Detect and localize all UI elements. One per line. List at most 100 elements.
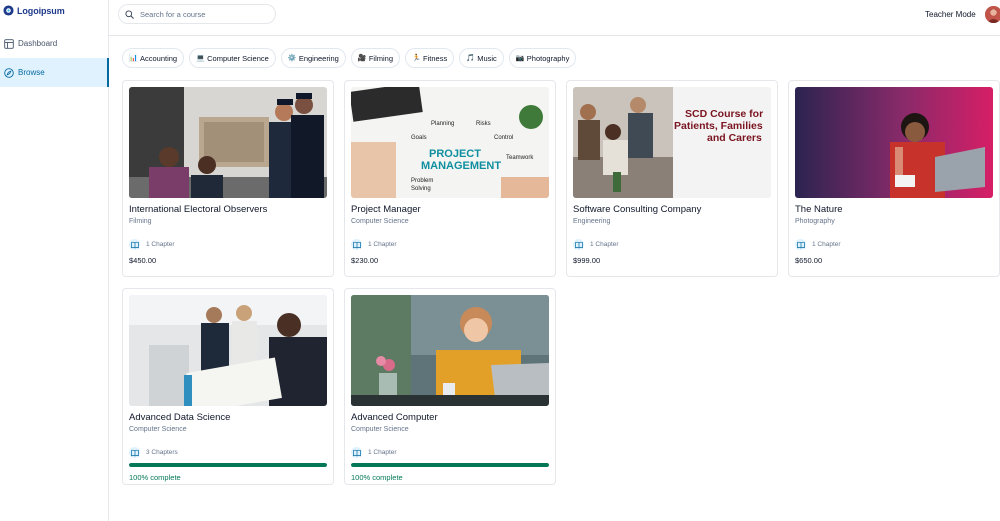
image-text: and Carers [707, 132, 762, 144]
sidebar: Logoipsum Dashboard Browse [0, 0, 109, 521]
progress-bar [129, 463, 327, 467]
chapter-count-label: 1 Chapter [590, 241, 619, 248]
chapter-count-label: 1 Chapter [812, 241, 841, 248]
layout-icon [4, 38, 14, 49]
course-title[interactable]: Advanced Data Science [129, 412, 230, 423]
course-title[interactable]: International Electoral Observers [129, 204, 267, 215]
chapter-count: 1 Chapter [351, 239, 397, 250]
chapter-count: 3 Chapters [129, 447, 178, 458]
category-label: Fitness [423, 53, 448, 63]
category-label: Photography [526, 53, 570, 63]
course-category: Computer Science [351, 426, 409, 433]
course-photo: PROJECT MANAGEMENT Planning Risks Goals … [351, 87, 549, 198]
course-image: PROJECT MANAGEMENT Planning Risks Goals … [351, 87, 549, 198]
category-label: Music [477, 53, 497, 63]
image-text: PROJECT [429, 148, 481, 160]
category-chip-fitness[interactable]: 🏃 Fitness [405, 48, 455, 68]
course-title[interactable]: The Nature [795, 204, 843, 215]
progress-bar [351, 463, 549, 467]
chapter-count: 1 Chapter [351, 447, 397, 458]
image-text: Planning [431, 121, 454, 127]
chapter-count-label: 1 Chapter [146, 241, 175, 248]
course-card[interactable]: SCD Course for Patients, Families and Ca… [566, 80, 778, 277]
search-box[interactable] [118, 4, 276, 24]
image-text: Risks [476, 121, 491, 127]
book-icon [129, 239, 140, 250]
course-image [351, 295, 549, 406]
book-icon [795, 239, 806, 250]
course-image [129, 295, 327, 406]
course-card[interactable]: Advanced Computer Computer Science 1 Cha… [344, 288, 556, 485]
runner-icon: 🏃 [412, 55, 421, 62]
chapter-count-label: 1 Chapter [368, 241, 397, 248]
image-text: Problem [411, 178, 433, 184]
category-chip-photography[interactable]: 📷 Photography [508, 48, 577, 68]
course-card[interactable]: PROJECT MANAGEMENT Planning Risks Goals … [344, 80, 556, 277]
image-text: Teamwork [506, 155, 534, 161]
compass-icon [4, 67, 14, 78]
course-title[interactable]: Software Consulting Company [573, 204, 701, 215]
image-text: Control [494, 135, 513, 141]
category-chip-music[interactable]: 🎵 Music [459, 48, 504, 68]
logo-icon [3, 5, 14, 16]
course-photo [129, 295, 327, 406]
sidebar-item-browse[interactable]: Browse [0, 58, 109, 87]
logo[interactable]: Logoipsum [3, 5, 65, 16]
category-chip-engineering[interactable]: ⚙️ Engineering [280, 48, 346, 68]
progress-fill [351, 463, 549, 467]
course-photo [129, 87, 327, 198]
computer-icon: 💻 [196, 55, 205, 62]
course-card[interactable]: The Nature Photography 1 Chapter $650.00 [788, 80, 1000, 277]
sidebar-item-label: Dashboard [18, 39, 58, 48]
progress-label: 100% complete [351, 473, 403, 482]
chapter-count-label: 3 Chapters [146, 449, 178, 456]
image-text: MANAGEMENT [421, 160, 501, 172]
course-category: Engineering [573, 218, 611, 225]
category-filter-bar: 📊 Accounting 💻 Computer Science ⚙️ Engin… [122, 48, 577, 68]
course-card[interactable]: International Electoral Observers Filmin… [122, 80, 334, 277]
course-photo [795, 87, 993, 198]
chapter-count: 1 Chapter [573, 239, 619, 250]
chapter-count: 1 Chapter [795, 239, 841, 250]
user-avatar-icon [985, 6, 1000, 23]
course-image [795, 87, 993, 198]
book-icon [351, 447, 362, 458]
search-input[interactable] [140, 9, 260, 19]
course-price: $650.00 [795, 256, 823, 265]
search-icon [125, 9, 134, 19]
course-title[interactable]: Project Manager [351, 204, 421, 215]
category-chip-computer-science[interactable]: 💻 Computer Science [189, 48, 276, 68]
chart-icon: 📊 [129, 55, 138, 62]
image-text: Goals [411, 135, 427, 141]
course-category: Computer Science [129, 426, 187, 433]
music-icon: 🎵 [466, 55, 475, 62]
image-text: Solving [411, 186, 431, 192]
gear-icon: ⚙️ [287, 55, 297, 62]
progress-fill [129, 463, 327, 467]
category-chip-accounting[interactable]: 📊 Accounting [122, 48, 185, 68]
category-label: Computer Science [207, 53, 269, 63]
chapter-count: 1 Chapter [129, 239, 175, 250]
sidebar-item-dashboard[interactable]: Dashboard [0, 29, 109, 58]
image-text: SCD Course for [685, 108, 763, 120]
teacher-mode-button[interactable]: Teacher Mode [925, 10, 976, 19]
camera-icon: 📷 [515, 55, 525, 62]
image-text: Patients, Families [674, 120, 763, 132]
sidebar-item-label: Browse [18, 68, 45, 77]
course-title[interactable]: Advanced Computer [351, 412, 438, 423]
avatar[interactable] [985, 6, 1000, 23]
app: Logoipsum Dashboard Browse Search for a … [0, 0, 1000, 521]
category-chip-filming[interactable]: 🎥 Filming [350, 48, 401, 68]
book-icon [129, 447, 140, 458]
category-label: Filming [368, 53, 394, 63]
course-image [129, 87, 327, 198]
chapter-count-label: 1 Chapter [368, 449, 397, 456]
course-photo [351, 295, 549, 406]
course-card[interactable]: Advanced Data Science Computer Science 3… [122, 288, 334, 485]
course-price: $230.00 [351, 256, 379, 265]
course-photo: SCD Course for Patients, Families and Ca… [573, 87, 771, 198]
camera-icon: 🎥 [357, 55, 367, 62]
course-price: $999.00 [573, 256, 601, 265]
logo-text: Logoipsum [17, 5, 65, 16]
category-label: Engineering [298, 53, 339, 63]
